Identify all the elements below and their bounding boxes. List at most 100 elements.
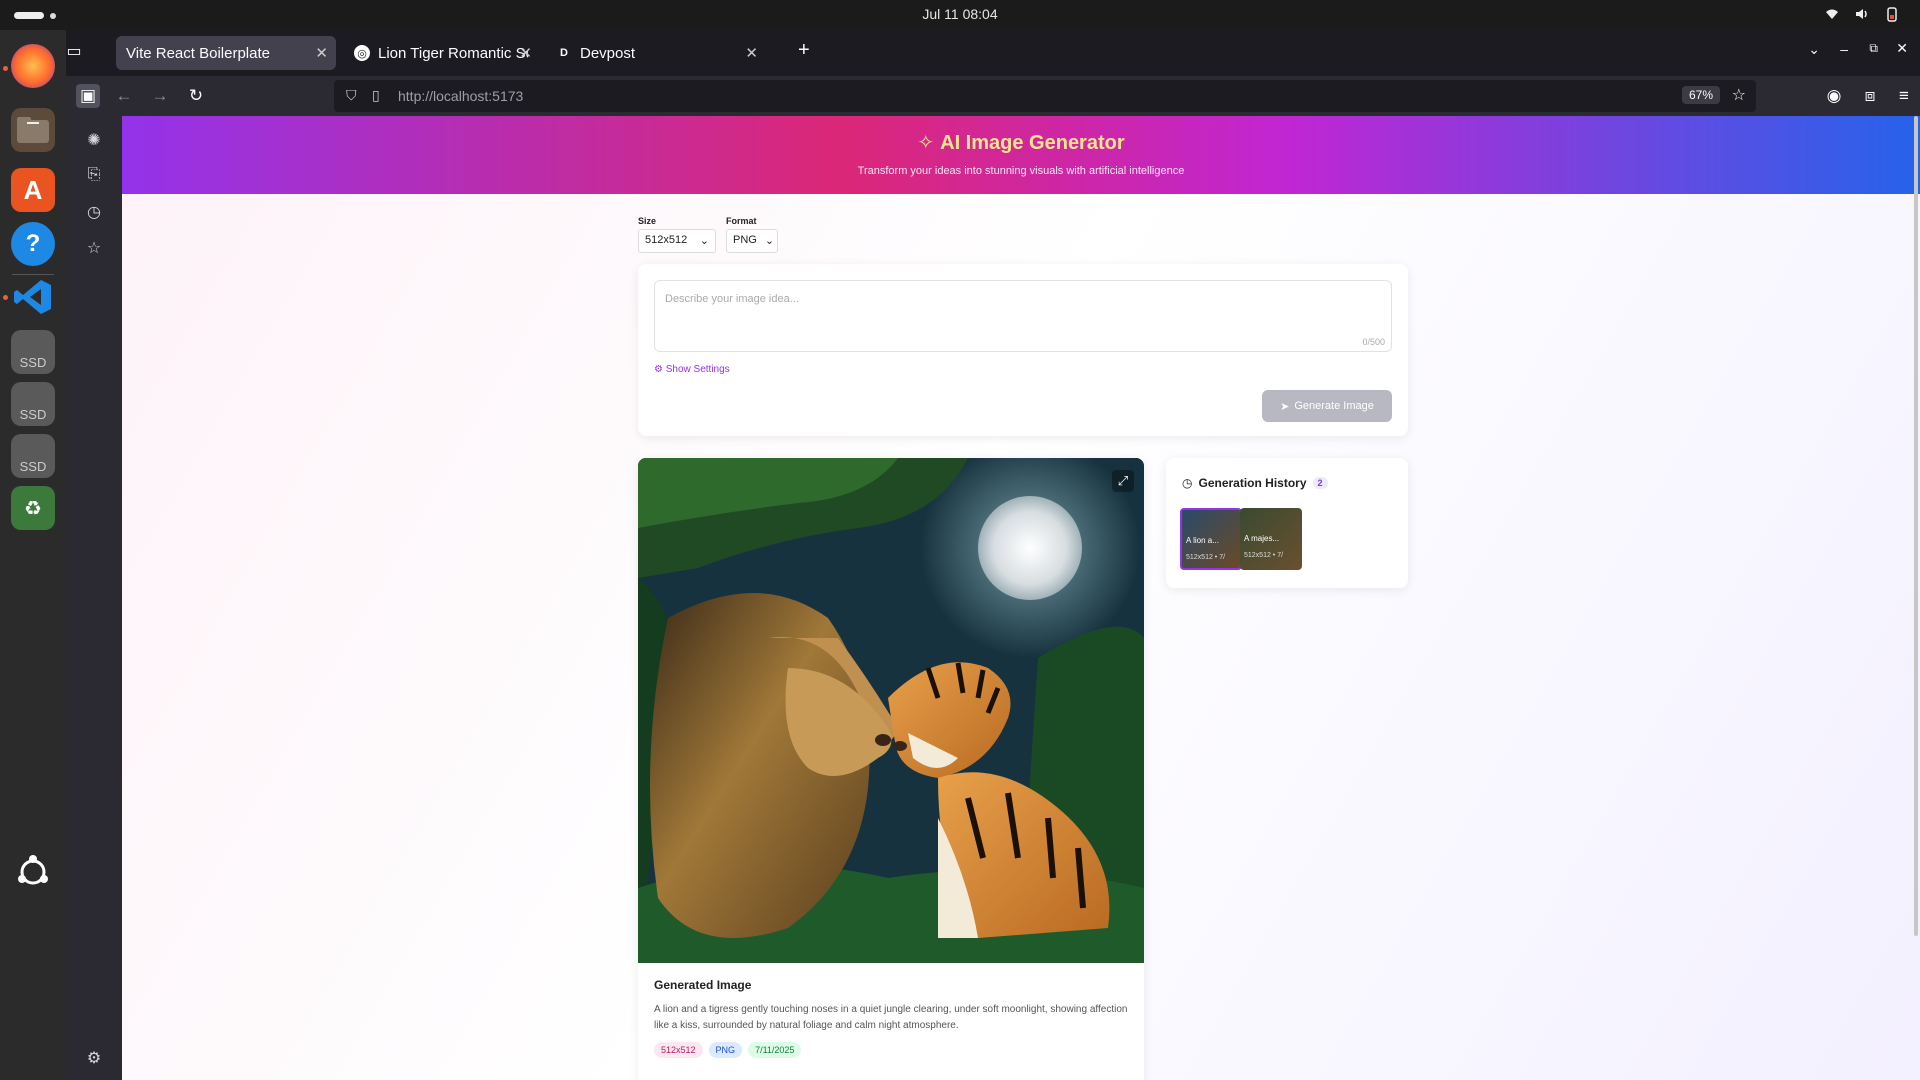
close-window-icon[interactable]: ✕	[1896, 40, 1908, 57]
vscode-icon[interactable]	[11, 275, 55, 319]
url-text[interactable]: http://localhost:5173	[398, 88, 523, 104]
customize-sidebar-icon[interactable]: ⚙	[83, 1048, 105, 1070]
format-select[interactable]: PNG ⌄	[726, 229, 778, 253]
thumbnail-caption: A majes...	[1244, 534, 1280, 543]
tab-vite-react[interactable]: Vite React Boilerplate ✕	[116, 36, 336, 70]
show-apps-icon[interactable]	[11, 850, 55, 894]
page-content: ✧ AI Image Generator Transform your ideas…	[122, 116, 1920, 1080]
synced-tabs-icon[interactable]: ⎘	[83, 166, 105, 188]
history-thumbnail[interactable]: A lion a... 512x512 • 7/	[1180, 508, 1242, 570]
help-icon[interactable]: ?	[11, 222, 55, 266]
sparkles-icon: ✧	[917, 132, 935, 154]
generate-image-button[interactable]: ➤ Generate Image	[1262, 390, 1392, 422]
new-tab-icon[interactable]: +	[798, 39, 810, 62]
format-value: PNG	[733, 234, 757, 246]
history-thumbnail[interactable]: A majes... 512x512 • 7/	[1240, 508, 1302, 570]
close-tab-icon[interactable]: ✕	[745, 44, 758, 62]
close-tab-icon[interactable]: ✕	[519, 44, 532, 62]
size-select-group: Size 512x512 ⌄	[638, 216, 716, 253]
tab-list-chevron-icon[interactable]: ⌄	[1808, 41, 1820, 58]
gear-icon: ⚙	[654, 364, 663, 375]
tab-label: Lion Tiger Romantic Scen	[378, 44, 528, 62]
size-select[interactable]: 512x512 ⌄	[638, 229, 716, 253]
history-title: Generation History	[1198, 476, 1307, 490]
wifi-icon	[1824, 6, 1840, 22]
format-chip: PNG	[708, 1042, 743, 1058]
close-tab-icon[interactable]: ✕	[315, 44, 328, 62]
generated-image-description: A lion and a tigress gently touching nos…	[654, 1004, 1128, 1031]
menu-icon[interactable]: ≡	[1892, 84, 1916, 108]
trash-icon[interactable]: ♻	[11, 486, 55, 530]
thumbnail-meta: 512x512 • 7/	[1244, 552, 1284, 559]
ssd-drive-icon[interactable]: SSD	[11, 330, 55, 374]
firefox-view-icon[interactable]: ▭	[62, 41, 86, 61]
chevron-down-icon: ⌄	[699, 235, 709, 247]
show-settings-label: Show Settings	[665, 364, 730, 375]
page-scrollbar[interactable]	[1914, 116, 1918, 936]
app-title: ✧ AI Image Generator	[122, 130, 1920, 155]
prompt-card: Describe your image idea... 0/500 ⚙ Show…	[638, 264, 1408, 436]
format-label: Format	[726, 216, 757, 226]
tab-label: Vite React Boilerplate	[126, 44, 270, 62]
sidebar-toggle-icon[interactable]: ▣	[76, 84, 100, 108]
ssd-drive-icon[interactable]: SSD	[11, 434, 55, 478]
tab-lion-tiger[interactable]: ◎ Lion Tiger Romantic Scen ✕	[344, 36, 540, 70]
prompt-input[interactable]: Describe your image idea... 0/500	[654, 280, 1392, 352]
extensions-icon[interactable]: ⧈	[1858, 84, 1882, 108]
forward-icon[interactable]: →	[148, 84, 172, 108]
shield-icon[interactable]: ⛉	[346, 87, 357, 104]
generated-image-card: ⤢ Generated Image A lion and a tigress g…	[638, 458, 1144, 1080]
char-counter: 0/500	[1362, 337, 1385, 347]
dock: A ? SSD SSD SSD ♻	[0, 30, 66, 1080]
format-select-group: Format PNG ⌄	[726, 216, 778, 253]
browser-sidebar: ✺ ⎘ ◷ ☆ ⚙	[66, 116, 122, 1080]
tab-bar: ▭ Vite React Boilerplate ✕ ◎ Lion Tiger …	[66, 30, 1920, 76]
send-icon: ➤	[1280, 400, 1290, 413]
image-meta-chips: 512x512 PNG 7/11/2025	[654, 1042, 802, 1058]
files-icon[interactable]	[11, 108, 55, 152]
ai-chatbot-icon[interactable]: ✺	[83, 130, 105, 152]
running-indicator	[3, 295, 8, 300]
running-indicator	[3, 66, 8, 71]
history-count-badge: 2	[1312, 477, 1328, 489]
history-icon[interactable]: ◷	[83, 202, 105, 224]
volume-icon	[1854, 6, 1870, 22]
system-tray[interactable]	[1824, 6, 1900, 22]
devpost-favicon-icon: D	[560, 47, 568, 59]
system-clock[interactable]: Jul 11 08:04	[0, 6, 1920, 22]
size-chip: 512x512	[654, 1042, 703, 1058]
url-bar[interactable]: ⛉ ▯ http://localhost:5173 67% ☆	[334, 80, 1756, 112]
date-chip: 7/11/2025	[748, 1042, 802, 1058]
reload-icon[interactable]: ↻	[184, 84, 208, 108]
tab-label: Devpost	[580, 44, 636, 62]
chevron-down-icon: ⌄	[764, 235, 775, 247]
tab-devpost[interactable]: D Devpost ✕	[546, 36, 766, 70]
firefox-icon[interactable]	[11, 44, 55, 88]
battery-icon	[1884, 6, 1900, 22]
generate-label: Generate Image	[1294, 400, 1374, 412]
bookmark-star-icon[interactable]: ☆	[1732, 85, 1746, 105]
zoom-indicator[interactable]: 67%	[1681, 86, 1720, 104]
app-subtitle: Transform your ideas into stunning visua…	[857, 165, 1185, 177]
size-value: 512x512	[645, 234, 688, 246]
prompt-placeholder: Describe your image idea...	[665, 293, 799, 305]
back-icon[interactable]: ←	[112, 84, 136, 108]
expand-icon[interactable]: ⤢	[1112, 470, 1134, 492]
generated-image[interactable]: ⤢	[638, 458, 1144, 963]
hero-header: ✧ AI Image Generator Transform your ideas…	[122, 116, 1920, 194]
system-top-bar: Jul 11 08:04	[0, 0, 1920, 30]
generation-history-card: ◷ Generation History 2 A lion a... 512x5…	[1166, 458, 1408, 588]
restore-icon[interactable]: ⧉	[1869, 41, 1878, 56]
app-center-icon[interactable]: A	[11, 168, 55, 212]
show-settings-link[interactable]: ⚙ Show Settings	[654, 364, 730, 375]
nav-bar: ▣ ← → ↻ ⛉ ▯ http://localhost:5173 67% ☆ …	[66, 76, 1920, 116]
ssd-drive-icon[interactable]: SSD	[11, 382, 55, 426]
bookmarks-icon[interactable]: ☆	[83, 238, 105, 260]
history-icon: ◷	[1182, 476, 1193, 490]
thumbnail-caption: A lion a...	[1186, 536, 1219, 545]
size-label: Size	[638, 216, 657, 226]
account-icon[interactable]: ◉	[1822, 84, 1846, 108]
openai-favicon-icon: ◎	[354, 45, 370, 61]
minimize-icon[interactable]: –	[1840, 41, 1848, 57]
options-row: Size 512x512 ⌄ Format PNG ⌄	[638, 216, 778, 253]
